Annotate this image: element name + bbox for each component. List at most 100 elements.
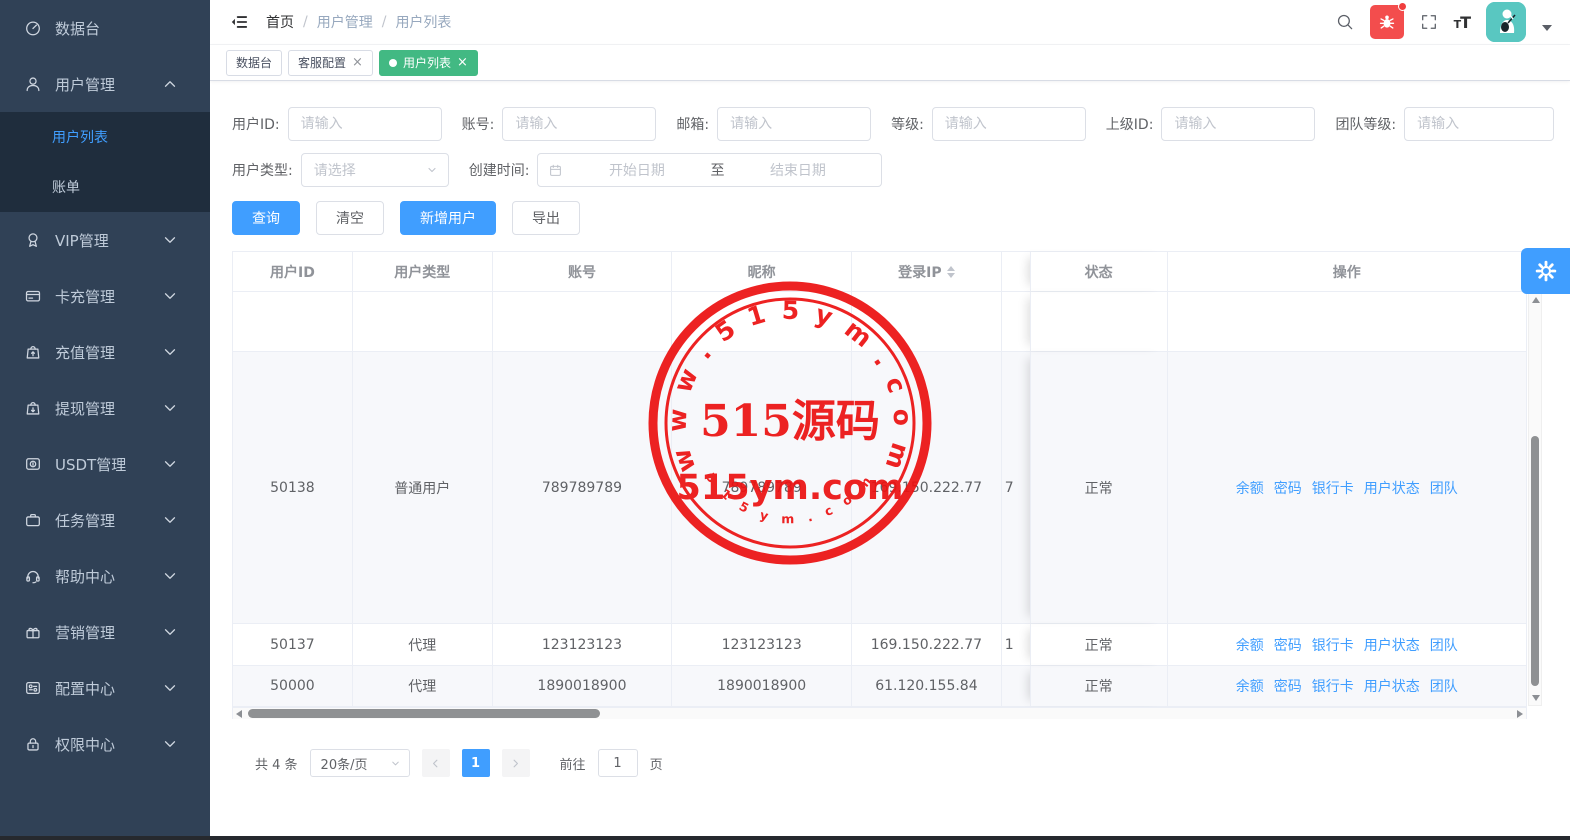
- clear-button[interactable]: 清空: [316, 201, 384, 235]
- chevron-up-icon: [161, 75, 179, 93]
- cell-user-id: 50137: [233, 624, 353, 665]
- cell-login-ip: 61.120.155.84: [852, 666, 1002, 706]
- table-header-row: 用户ID 用户类型 账号 昵称 登录IP 状态 操作: [233, 252, 1526, 292]
- sidebar-item-config-center[interactable]: 配置中心: [0, 660, 210, 716]
- horizontal-scrollbar-thumb[interactable]: [248, 709, 600, 718]
- vertical-scrollbar[interactable]: [1528, 292, 1542, 706]
- close-icon[interactable]: ×: [352, 55, 363, 70]
- user-status-link[interactable]: 用户状态: [1364, 676, 1420, 696]
- sidebar-submenu-user-management: 用户列表 账单: [0, 112, 210, 212]
- sidebar-item-label: 卡充管理: [55, 286, 115, 307]
- bank-card-link[interactable]: 银行卡: [1312, 635, 1354, 655]
- balance-link[interactable]: 余额: [1236, 635, 1264, 655]
- sidebar-item-bills[interactable]: 账单: [0, 162, 210, 212]
- page-number-button[interactable]: 1: [462, 749, 490, 777]
- email-input[interactable]: [717, 107, 871, 141]
- search-icon[interactable]: [1336, 13, 1354, 31]
- sidebar-item-user-management[interactable]: 用户管理: [0, 56, 210, 112]
- team-level-label: 团队等级:: [1335, 114, 1396, 134]
- sidebar-item-help-center[interactable]: 帮助中心: [0, 548, 210, 604]
- account-label: 账号:: [462, 114, 495, 134]
- sidebar-item-card-recharge[interactable]: 卡充管理: [0, 268, 210, 324]
- horizontal-scrollbar[interactable]: [233, 707, 1526, 719]
- fullscreen-icon[interactable]: [1420, 13, 1438, 31]
- calendar-icon: [548, 163, 563, 178]
- cell-nickname: 789789789: [672, 352, 852, 623]
- export-button[interactable]: 导出: [512, 201, 580, 235]
- cell-user-type: 代理: [353, 624, 493, 665]
- scroll-left-arrow-icon[interactable]: [236, 710, 242, 718]
- bank-card-link[interactable]: 银行卡: [1312, 676, 1354, 696]
- sidebar-item-user-list[interactable]: 用户列表: [0, 112, 210, 162]
- password-link[interactable]: 密码: [1274, 478, 1302, 498]
- sidebar-item-vip-management[interactable]: VIP管理: [0, 212, 210, 268]
- bank-card-link[interactable]: 银行卡: [1312, 478, 1354, 498]
- col-login-ip[interactable]: 登录IP: [852, 252, 1002, 291]
- collapse-sidebar-icon[interactable]: [230, 13, 248, 31]
- sidebar-item-permission-center[interactable]: 权限中心: [0, 716, 210, 772]
- search-button[interactable]: 查询: [232, 201, 300, 235]
- avatar[interactable]: [1486, 2, 1526, 42]
- sidebar-item-usdt-management[interactable]: USDT管理: [0, 436, 210, 492]
- close-icon[interactable]: ×: [457, 55, 468, 70]
- tab-dashboard[interactable]: 数据台: [226, 50, 282, 76]
- team-link[interactable]: 团队: [1430, 478, 1458, 498]
- balance-link[interactable]: 余额: [1236, 478, 1264, 498]
- breadcrumb-home[interactable]: 首页: [266, 12, 294, 32]
- breadcrumb-separator: /: [303, 14, 308, 30]
- sidebar-item-marketing-management[interactable]: 营销管理: [0, 604, 210, 660]
- parent-id-label: 上级ID:: [1106, 114, 1154, 134]
- tab-user-list[interactable]: 用户列表 ×: [379, 50, 478, 76]
- user-status-link[interactable]: 用户状态: [1364, 635, 1420, 655]
- table-row: 50137 代理 123123123 123123123 169.150.222…: [233, 624, 1526, 666]
- font-size-icon[interactable]: TT: [1454, 13, 1470, 32]
- balance-link[interactable]: 余额: [1236, 676, 1264, 696]
- next-page-button[interactable]: [502, 749, 530, 777]
- sidebar-item-label: USDT管理: [55, 454, 126, 475]
- permission-lock-icon: [24, 735, 42, 753]
- user-id-input[interactable]: [288, 107, 442, 141]
- settings-fab-button[interactable]: [1521, 248, 1570, 294]
- scroll-down-arrow-icon[interactable]: [1532, 695, 1540, 701]
- scroll-right-arrow-icon[interactable]: [1517, 710, 1523, 718]
- table-row: 50000 代理 1890018900 1890018900 61.120.15…: [233, 666, 1526, 707]
- team-link[interactable]: 团队: [1430, 635, 1458, 655]
- user-status-link[interactable]: 用户状态: [1364, 478, 1420, 498]
- user-type-select[interactable]: 请选择: [301, 153, 449, 187]
- scroll-up-arrow-icon[interactable]: [1532, 297, 1540, 303]
- cell-login-ip: 169.150.222.77: [852, 624, 1002, 665]
- tab-label: 用户列表: [403, 54, 451, 71]
- notification-badge: [1398, 2, 1407, 11]
- sidebar-item-label: 用户列表: [52, 127, 108, 147]
- sort-carets-icon[interactable]: [947, 266, 955, 278]
- team-link[interactable]: 团队: [1430, 676, 1458, 696]
- chevron-down-icon: [161, 679, 179, 697]
- parent-id-input[interactable]: [1161, 107, 1315, 141]
- sidebar-item-dashboard[interactable]: 数据台: [0, 0, 210, 56]
- sidebar-item-withdraw-management[interactable]: 提现管理: [0, 380, 210, 436]
- sidebar-item-task-management[interactable]: 任务管理: [0, 492, 210, 548]
- user-menu-caret-icon[interactable]: [1542, 25, 1552, 31]
- main-content: 用户ID: 账号: 邮箱: 等级: 上级ID: 团队等级:: [210, 81, 1570, 840]
- tab-label: 数据台: [236, 54, 272, 71]
- tags-view-bar: 数据台 客服配置 × 用户列表 ×: [210, 45, 1570, 81]
- team-level-input[interactable]: [1404, 107, 1554, 141]
- prev-page-button[interactable]: [422, 749, 450, 777]
- email-label: 邮箱:: [676, 114, 709, 134]
- card-icon: [24, 287, 42, 305]
- level-input[interactable]: [932, 107, 1086, 141]
- sidebar-item-deposit-management[interactable]: 充值管理: [0, 324, 210, 380]
- add-user-button[interactable]: 新增用户: [400, 201, 496, 235]
- breadcrumb-user-management[interactable]: 用户管理: [317, 12, 373, 32]
- bug-report-button[interactable]: [1370, 5, 1404, 39]
- page-size-select[interactable]: 20条/页: [310, 749, 410, 777]
- goto-page-input[interactable]: [598, 749, 638, 777]
- account-input[interactable]: [502, 107, 656, 141]
- cell-operations: 余额 密码 银行卡 用户状态 团队: [1168, 624, 1526, 665]
- created-time-range-picker[interactable]: 开始日期 至 结束日期: [537, 153, 882, 187]
- password-link[interactable]: 密码: [1274, 635, 1302, 655]
- tab-customer-service-config[interactable]: 客服配置 ×: [288, 50, 373, 76]
- vertical-scrollbar-thumb[interactable]: [1531, 436, 1539, 686]
- user-table: 用户ID 用户类型 账号 昵称 登录IP 状态 操作 50138: [232, 251, 1527, 719]
- password-link[interactable]: 密码: [1274, 676, 1302, 696]
